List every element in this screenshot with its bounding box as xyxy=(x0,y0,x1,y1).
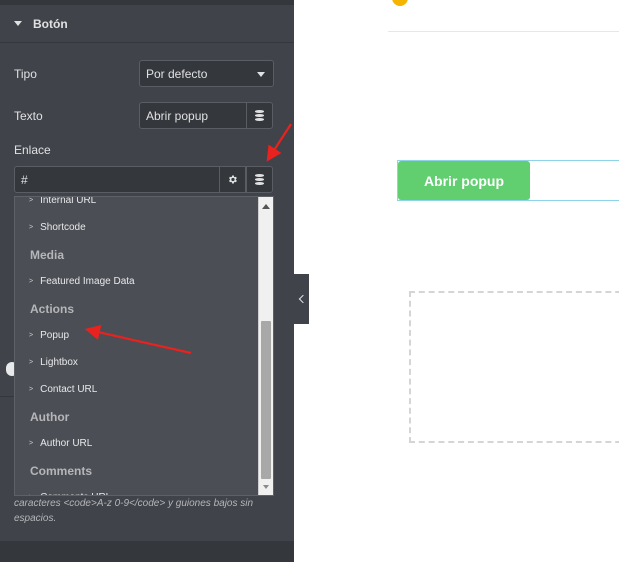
chevron-right-icon: > xyxy=(29,277,34,285)
link-options-button[interactable] xyxy=(219,166,246,193)
dropdown-item-label: Author URL xyxy=(40,437,93,449)
dropdown-item-popup[interactable]: > Popup xyxy=(15,324,257,346)
dropdown-group-label: Comments xyxy=(30,464,93,478)
section-toggle-boton[interactable]: Botón xyxy=(0,5,294,43)
section-title: Botón xyxy=(33,16,68,31)
enlace-input[interactable] xyxy=(14,166,220,193)
chevron-right-icon: > xyxy=(29,385,34,393)
scroll-up-arrow-icon[interactable] xyxy=(262,204,270,209)
panel-footer xyxy=(0,541,294,562)
dropdown-group-label: Media xyxy=(30,248,65,262)
chevron-left-icon xyxy=(298,294,308,304)
dropdown-group-label: Author xyxy=(30,410,70,424)
dropdown-item-author-url[interactable]: > Author URL xyxy=(15,432,257,454)
chevron-right-icon: > xyxy=(29,439,34,447)
panel-collapse-button[interactable] xyxy=(294,274,309,324)
open-popup-button[interactable]: Abrir popup xyxy=(398,161,530,200)
dropdown-group-label: Actions xyxy=(30,302,75,316)
dropdown-item-lightbox[interactable]: > Lightbox xyxy=(15,351,257,373)
emoji-icon xyxy=(392,0,412,6)
chevron-right-icon: > xyxy=(29,223,34,231)
dynamic-tags-dropdown: > Internal URL > Shortcode Media > Featured Im… xyxy=(14,196,274,496)
tipo-select[interactable]: Por defecto xyxy=(139,60,274,87)
texto-input[interactable] xyxy=(139,102,247,129)
gear-icon xyxy=(229,175,237,184)
dropdown-item-label: Shortcode xyxy=(40,221,86,233)
empty-section-placeholder[interactable] xyxy=(409,291,619,443)
dropdown-scrollbar[interactable] xyxy=(258,197,273,495)
enlace-dynamic-tags-button[interactable] xyxy=(246,166,273,193)
tipo-label: Tipo xyxy=(14,67,37,81)
dropdown-item-label: Featured Image Data xyxy=(40,275,135,287)
editor-panel: Botón Tipo Por defecto Texto Enlace > Int… xyxy=(0,0,294,562)
dropdown-item-contact-url[interactable]: > Contact URL xyxy=(15,378,257,400)
scrollbar-thumb[interactable] xyxy=(261,321,271,479)
help-text: caracteres <code>A-z 0-9</code> y guione… xyxy=(14,498,254,524)
tipo-selected-value: Por defecto xyxy=(146,66,208,81)
database-icon xyxy=(255,174,264,185)
scroll-down-arrow-icon[interactable] xyxy=(263,485,269,489)
chevron-right-icon: > xyxy=(29,358,34,366)
dropdown-item-label: Lightbox xyxy=(40,356,78,368)
texto-dynamic-tags-button[interactable] xyxy=(246,102,273,129)
panel-divider xyxy=(0,396,14,397)
dropdown-arrow-icon xyxy=(257,72,265,77)
enlace-label: Enlace xyxy=(14,143,51,157)
dropdown-item-label: Popup xyxy=(40,329,70,341)
chevron-right-icon: > xyxy=(29,331,34,339)
dropdown-item-label: Internal URL xyxy=(40,196,97,206)
preview-divider xyxy=(388,31,619,32)
dropdown-item-featured-image-data[interactable]: > Featured Image Data xyxy=(15,270,257,292)
dropdown-item-label: Contact URL xyxy=(40,383,98,395)
database-icon xyxy=(255,110,264,121)
dropdown-item-internal-url[interactable]: > Internal URL xyxy=(15,196,257,211)
chevron-right-icon: > xyxy=(29,196,34,204)
dropdown-item-comments-url[interactable]: >Comments URL xyxy=(15,486,257,496)
caret-down-icon xyxy=(14,21,22,26)
texto-label: Texto xyxy=(14,109,43,123)
dropdown-item-shortcode[interactable]: > Shortcode xyxy=(15,216,257,238)
